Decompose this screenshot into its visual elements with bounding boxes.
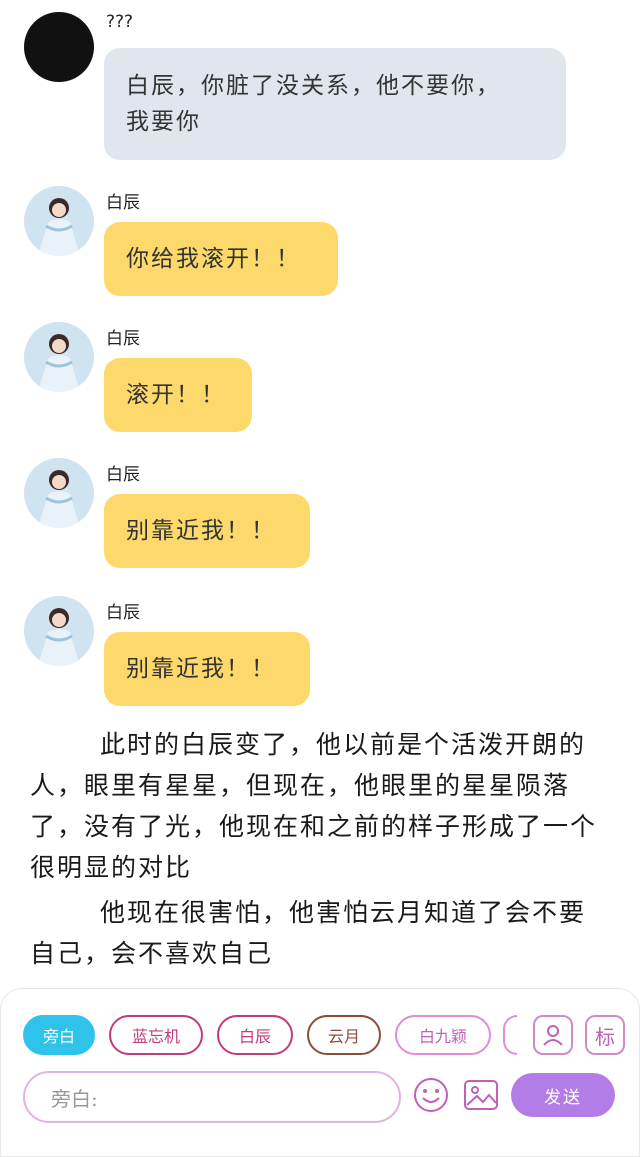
- tag-button[interactable]: 标: [585, 1015, 625, 1055]
- avatar-baichen[interactable]: [24, 186, 94, 256]
- character-portrait-icon: [24, 596, 94, 666]
- narration-paragraph: 此时的白辰变了，他以前是个活泼开朗的人，眼里有星星，但现在，他眼里的星星陨落了，…: [30, 730, 598, 882]
- image-icon: [464, 1080, 498, 1110]
- avatar-baichen[interactable]: [24, 322, 94, 392]
- image-button[interactable]: [461, 1075, 501, 1115]
- message-bubble: 滚开！！: [104, 358, 252, 432]
- character-chip-narrator[interactable]: 旁白: [23, 1015, 95, 1055]
- character-chip-baichen[interactable]: 白辰: [217, 1015, 293, 1055]
- avatar-baichen[interactable]: [24, 458, 94, 528]
- message-input-placeholder: 旁白:: [51, 1086, 98, 1111]
- character-chip-partial[interactable]: [503, 1015, 517, 1055]
- message-text: 滚开！！: [126, 382, 226, 408]
- character-portrait-icon: [24, 186, 94, 256]
- message-bubble: 别靠近我！！: [104, 494, 310, 568]
- smiley-icon: [414, 1078, 448, 1112]
- character-portrait-icon: [24, 458, 94, 528]
- send-button[interactable]: 发送: [511, 1073, 615, 1117]
- person-icon: [543, 1025, 563, 1046]
- avatar-baichen[interactable]: [24, 596, 94, 666]
- message-text: 你给我滚开！！: [126, 246, 301, 272]
- sender-name: 白辰: [106, 193, 140, 213]
- add-character-icon[interactable]: [533, 1015, 573, 1055]
- message-bubble: 别靠近我！！: [104, 632, 310, 706]
- character-chip-baijiuying[interactable]: 白九颖: [395, 1015, 491, 1055]
- emoji-button[interactable]: [411, 1075, 451, 1115]
- message-text: 别靠近我！！: [126, 656, 276, 682]
- message-bubble: 你给我滚开！！: [104, 222, 338, 296]
- tag-label: 标: [595, 1024, 615, 1049]
- sender-name: 白辰: [106, 603, 140, 623]
- message-input[interactable]: 旁白:: [23, 1071, 401, 1123]
- message-text: 白辰，你脏了没关系，他不要你， 我要你: [126, 73, 501, 135]
- message-text: 别靠近我！！: [126, 518, 276, 544]
- avatar-unknown[interactable]: [24, 12, 94, 82]
- character-chip-lanwangji[interactable]: 蓝忘机: [109, 1015, 203, 1055]
- narration-paragraph: 他现在很害怕，他害怕云月知道了会不要自己，会不喜欢自己: [30, 898, 587, 968]
- character-portrait-icon: [24, 322, 94, 392]
- character-chip-yunyue[interactable]: 云月: [307, 1015, 381, 1055]
- composer-panel: 旁白 蓝忘机 白辰 云月 白九颖 标 旁白: 发送: [0, 988, 640, 1157]
- message-bubble: 白辰，你脏了没关系，他不要你， 我要你: [104, 48, 566, 160]
- sender-name: 白辰: [106, 329, 140, 349]
- sender-name: ???: [106, 12, 134, 32]
- sender-name: 白辰: [106, 465, 140, 485]
